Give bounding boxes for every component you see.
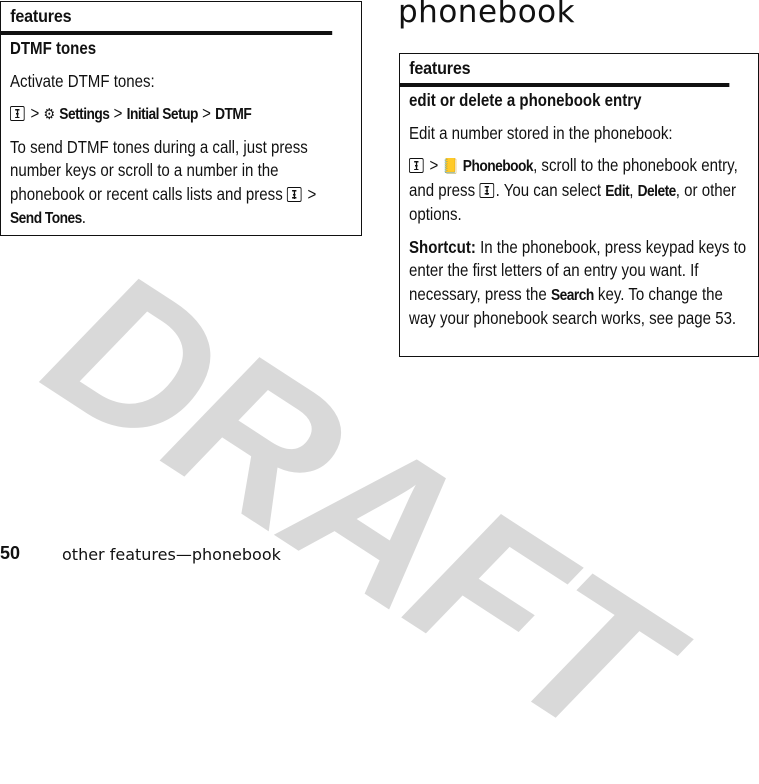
phonebook-feature-box: features edit or delete a phonebook entr… [399, 53, 759, 357]
shortcut-label: Shortcut: [409, 236, 476, 257]
menu-key-icon [479, 182, 494, 198]
dtmf-label: DTMF [215, 106, 252, 123]
initial-setup-label: Initial Setup [126, 106, 199, 123]
entry-title: DTMF tones [10, 38, 97, 58]
send-tones-text: To send DTMF tones during a call, just p… [10, 136, 351, 231]
page-title: phonebook [398, 0, 576, 30]
features-header: features [400, 54, 730, 87]
phonebook-icon: 📒 [442, 158, 459, 175]
separator: > [307, 183, 317, 204]
separator: > [30, 103, 40, 123]
menu-path: > ⚙ Settings > Initial Setup > DTMF [10, 102, 351, 127]
intro-text: Edit a number stored in the phonebook: [409, 122, 673, 143]
dtmf-feature-box: features DTMF tones Activate DTMF tones:… [0, 1, 362, 236]
send-tones-label: Send Tones [10, 210, 82, 227]
body-text: . You can select [495, 179, 602, 200]
period: . [81, 207, 87, 227]
features-header: features [1, 2, 333, 35]
menu-key-icon [286, 186, 302, 202]
comma: , [629, 179, 634, 200]
entry-title: edit or delete a phonebook entry [409, 90, 642, 110]
menu-key-icon [409, 158, 424, 173]
body-text: To send DTMF tones during a call, just p… [10, 136, 308, 204]
intro-text: Activate DTMF tones: [10, 70, 155, 91]
phonebook-label: Phonebook [462, 158, 534, 175]
separator: > [202, 103, 211, 123]
edit-label: Edit [605, 182, 630, 200]
delete-label: Delete [637, 182, 677, 200]
settings-icon: ⚙ [43, 106, 56, 123]
shortcut-text: Shortcut: In the phonebook, press keypad… [409, 236, 748, 331]
running-footer: other features—phonebook [62, 545, 281, 564]
page-number: 50 [0, 543, 21, 563]
settings-label: Settings [59, 106, 110, 123]
separator: > [429, 155, 439, 175]
search-key-label: Search [550, 286, 594, 304]
menu-key-icon [10, 106, 25, 121]
edit-instructions: > 📒 Phonebook, scroll to the phonebook e… [409, 154, 748, 227]
separator: > [113, 103, 123, 123]
